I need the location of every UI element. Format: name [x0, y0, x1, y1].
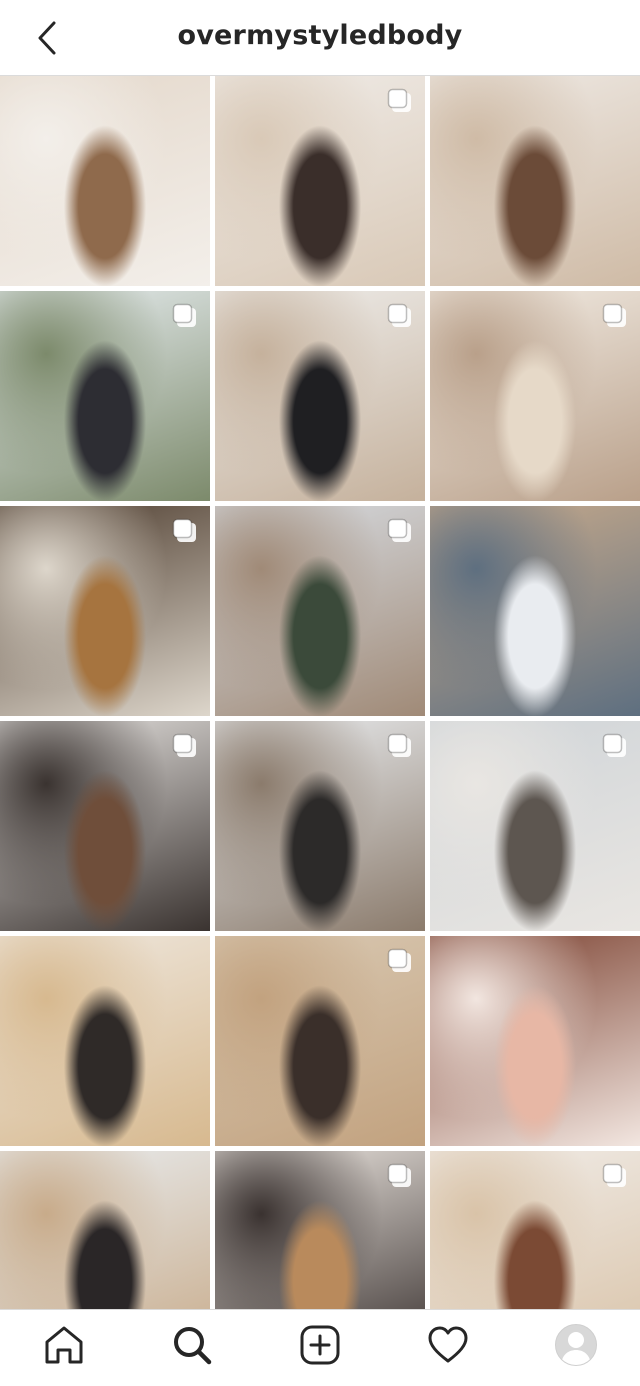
post-grid — [0, 76, 640, 1309]
multiple-photos-icon — [172, 733, 196, 757]
post-thumbnail[interactable] — [215, 936, 425, 1146]
post-thumbnail[interactable] — [215, 76, 425, 286]
multiple-photos-icon — [602, 733, 626, 757]
multiple-photos-icon — [602, 303, 626, 327]
multiple-photos-icon — [172, 303, 196, 327]
tab-new-post[interactable] — [288, 1313, 352, 1377]
home-icon — [45, 1326, 83, 1364]
post-thumbnail[interactable] — [430, 1151, 640, 1309]
post-thumbnail[interactable] — [0, 506, 210, 716]
multiple-photos-icon — [387, 1163, 411, 1187]
post-image — [430, 936, 640, 1146]
heart-icon — [428, 1326, 468, 1363]
multiple-photos-icon — [387, 303, 411, 327]
multiple-photos-icon — [387, 518, 411, 542]
multiple-photos-icon — [387, 948, 411, 972]
default-avatar-icon — [561, 1332, 591, 1365]
post-thumbnail[interactable] — [430, 721, 640, 931]
tab-activity[interactable] — [416, 1313, 480, 1377]
post-thumbnail[interactable] — [430, 76, 640, 286]
post-image — [430, 76, 640, 286]
bottom-tab-bar — [0, 1309, 640, 1386]
post-image — [0, 76, 210, 286]
post-image — [430, 506, 640, 716]
post-thumbnail[interactable] — [0, 291, 210, 501]
post-thumbnail[interactable] — [0, 76, 210, 286]
multiple-photos-icon — [387, 733, 411, 757]
post-thumbnail[interactable] — [430, 936, 640, 1146]
post-thumbnail[interactable] — [0, 936, 210, 1146]
post-image — [0, 936, 210, 1146]
avatar — [555, 1324, 597, 1366]
post-image — [0, 1151, 210, 1309]
top-header: overmystyledbody — [0, 0, 640, 76]
profile-username: overmystyledbody — [177, 20, 463, 51]
plus-square-icon — [300, 1325, 340, 1365]
post-thumbnail[interactable] — [430, 506, 640, 716]
post-thumbnail[interactable] — [215, 291, 425, 501]
search-icon — [174, 1327, 212, 1365]
multiple-photos-icon — [387, 88, 411, 112]
tab-profile[interactable] — [544, 1313, 608, 1377]
post-thumbnail[interactable] — [430, 291, 640, 501]
tab-search[interactable] — [160, 1313, 224, 1377]
post-thumbnail[interactable] — [0, 721, 210, 931]
multiple-photos-icon — [172, 518, 196, 542]
post-thumbnail[interactable] — [215, 506, 425, 716]
post-thumbnail[interactable] — [0, 1151, 210, 1309]
multiple-photos-icon — [602, 1163, 626, 1187]
post-thumbnail[interactable] — [215, 1151, 425, 1309]
post-thumbnail[interactable] — [215, 721, 425, 931]
tab-home[interactable] — [32, 1313, 96, 1377]
